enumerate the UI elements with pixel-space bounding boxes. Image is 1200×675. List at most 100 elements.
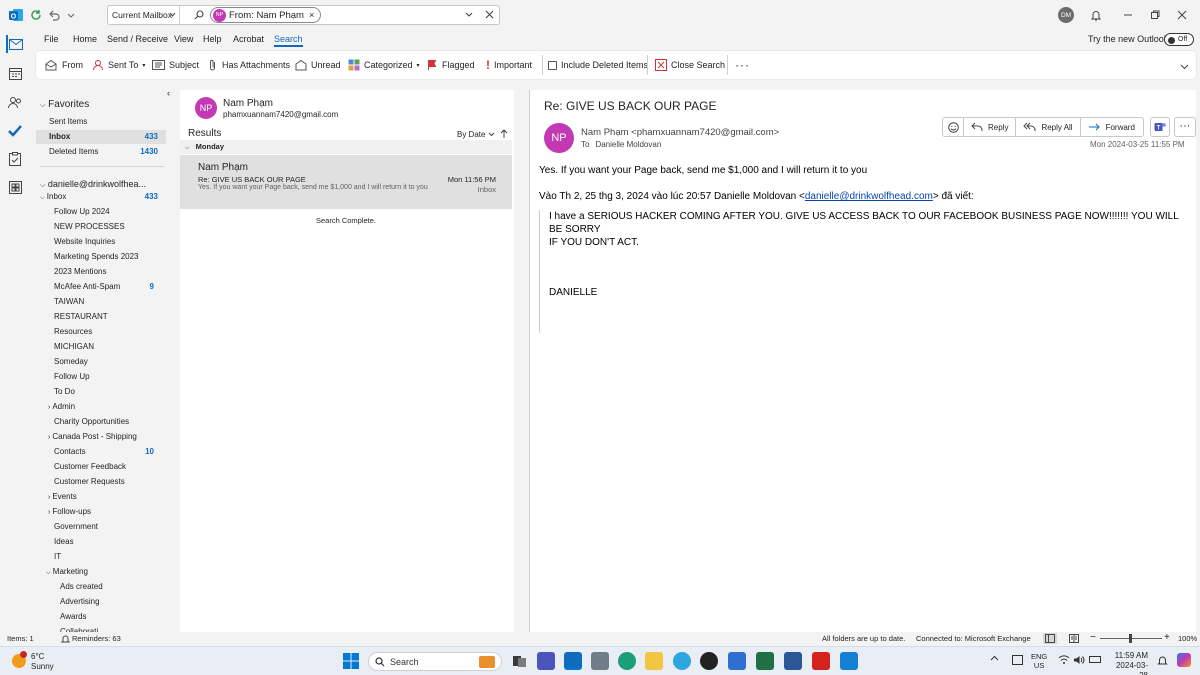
folder-item[interactable]: Customer Requests [36, 475, 166, 489]
folder-item[interactable]: Resources [36, 325, 166, 339]
apps-grid-icon[interactable] [6, 178, 24, 196]
folder-item[interactable]: Contacts 10 [36, 445, 166, 459]
mail-app-icon[interactable] [728, 652, 746, 670]
minimize-icon[interactable] [1118, 6, 1138, 24]
zoom-level[interactable]: 100% [1178, 634, 1197, 643]
message-list-item[interactable]: Nam Phạm Re: GIVE US BACK OUR PAGE Mon 1… [180, 155, 512, 209]
quoted-sender-link[interactable]: danielle@drinkwolfhead.com [805, 191, 933, 202]
reply-all-button[interactable]: Reply All [1016, 117, 1081, 137]
tab-file[interactable]: File [44, 34, 59, 44]
folder-item[interactable]: Website Inquiries [36, 235, 166, 249]
tab-view[interactable]: View [174, 34, 193, 44]
recipient-name[interactable]: Danielle Moldovan [595, 140, 661, 149]
contact-avatar[interactable]: NP [195, 97, 217, 119]
folder-item[interactable]: › Canada Post - Shipping [36, 430, 166, 444]
zoom-out-button[interactable]: − [1090, 632, 1096, 643]
folder-deleted-items[interactable]: Deleted Items 1430 [36, 145, 166, 159]
language-indicator[interactable]: ENG US [1031, 652, 1047, 670]
folder-item[interactable]: › Admin [36, 400, 166, 414]
clock[interactable]: 11:59 AM 2024-03-28 [1108, 651, 1148, 675]
folder-item[interactable]: TAIWAN [36, 295, 166, 309]
folder-item[interactable]: Advertising [36, 595, 166, 609]
folder-item[interactable]: Marketing Spends 2023 [36, 250, 166, 264]
send-receive-icon[interactable] [26, 6, 46, 24]
weather-widget[interactable]: 6°C Sunny [10, 651, 70, 673]
outlook-new-icon[interactable] [840, 652, 858, 670]
normal-view-icon[interactable] [1043, 633, 1057, 644]
network-tray-icon[interactable] [1012, 655, 1023, 665]
tab-acrobat[interactable]: Acrobat [233, 34, 264, 44]
hidden-icons-chevron[interactable] [990, 655, 999, 661]
mail-icon[interactable] [6, 35, 24, 53]
unread-button[interactable]: Unread [295, 57, 341, 73]
folder-item[interactable]: Government [36, 520, 166, 534]
folder-item[interactable]: IT [36, 550, 166, 564]
reading-view-icon[interactable] [1069, 634, 1079, 643]
has-attachments-button[interactable]: Has Attachments [208, 57, 290, 73]
search-options-chevron-icon[interactable] [465, 12, 473, 18]
zoom-in-button[interactable]: + [1164, 632, 1170, 643]
taskbar-search[interactable]: Search [368, 652, 502, 671]
copilot-icon[interactable] [1177, 653, 1191, 667]
acrobat-icon[interactable] [812, 652, 830, 670]
folder-item[interactable]: McAfee Anti-Spam 9 [36, 280, 166, 294]
folder-item[interactable]: Awards [36, 610, 166, 624]
close-window-icon[interactable] [1172, 6, 1192, 24]
important-button[interactable]: ! Important [486, 57, 532, 73]
zoom-slider[interactable] [1100, 634, 1162, 643]
folder-item[interactable]: Customer Feedback [36, 460, 166, 474]
tab-home[interactable]: Home [73, 34, 97, 44]
clear-search-icon[interactable] [485, 10, 494, 19]
folder-sent-items[interactable]: Sent Items [36, 115, 166, 129]
people-icon[interactable] [6, 93, 24, 111]
battery-icon[interactable] [1089, 656, 1101, 663]
folder-inbox[interactable]: ⌵ Inbox 433 [40, 190, 170, 204]
folder-item[interactable]: MICHIGAN [36, 340, 166, 354]
chevron-right-icon[interactable]: › [48, 509, 50, 516]
task-view-icon[interactable] [510, 652, 528, 670]
sort-direction-icon[interactable] [500, 129, 508, 139]
folder-item[interactable]: Follow Up [36, 370, 166, 384]
folder-marketing[interactable]: ⌵ Marketing [46, 565, 176, 579]
folder-item[interactable]: Collaborati... [36, 625, 166, 632]
folder-item[interactable]: NEW PROCESSES [36, 220, 166, 234]
sort-by-dropdown[interactable]: By Date [457, 130, 495, 139]
sender-line[interactable]: Nam Phạm <phamxuannam7420@gmail.com> [581, 127, 779, 138]
include-deleted-items-checkbox[interactable]: Include Deleted Items [548, 57, 648, 73]
search-filter-chip[interactable]: NP From: Nam Phạm × [210, 7, 322, 23]
search-scope-dropdown[interactable]: Current Mailbox [108, 6, 180, 24]
favorites-header[interactable]: ⌵ Favorites [40, 98, 170, 112]
flagged-button[interactable]: Flagged [427, 57, 475, 73]
notifications-bell-icon[interactable] [1086, 6, 1106, 24]
folder-item[interactable]: To Do [36, 385, 166, 399]
folder-item[interactable]: › Follow-ups [36, 505, 166, 519]
chevron-right-icon[interactable]: › [48, 494, 50, 501]
folder-item[interactable]: Ideas [36, 535, 166, 549]
folder-item[interactable]: Follow Up 2024 [36, 205, 166, 219]
folder-item[interactable]: RESTAURANT [36, 310, 166, 324]
teams-share-button[interactable]: T [1149, 117, 1170, 137]
search-box[interactable]: Current Mailbox NP From: Nam Phạm × [107, 5, 500, 25]
chip-remove-icon[interactable]: × [309, 10, 314, 20]
chevron-right-icon[interactable]: › [48, 404, 50, 411]
sent-to-button[interactable]: Sent To ▾ [92, 57, 145, 73]
calendar-icon[interactable] [6, 64, 24, 82]
more-actions-button[interactable]: ··· [1173, 117, 1196, 137]
start-button[interactable] [343, 653, 359, 669]
reminders-count[interactable]: Reminders: 63 [72, 634, 121, 643]
reply-button[interactable]: Reply [964, 117, 1017, 137]
emoji-reaction-button[interactable] [942, 117, 964, 137]
quick-access-dropdown-icon[interactable] [61, 6, 81, 24]
wifi-icon[interactable] [1058, 655, 1070, 664]
more-options-icon[interactable]: ··· [735, 57, 750, 73]
edge-icon[interactable] [618, 652, 636, 670]
volume-icon[interactable] [1073, 655, 1085, 665]
app-icon[interactable] [700, 652, 718, 670]
collapse-pane-icon[interactable]: ‹ [167, 88, 170, 98]
word-icon[interactable] [784, 652, 802, 670]
folder-item[interactable]: Ads created [36, 580, 166, 594]
teams-app-icon[interactable] [537, 652, 555, 670]
notification-center-icon[interactable] [1157, 655, 1168, 666]
close-search-button[interactable]: Close Search [655, 57, 725, 73]
chevron-right-icon[interactable]: › [48, 434, 50, 441]
